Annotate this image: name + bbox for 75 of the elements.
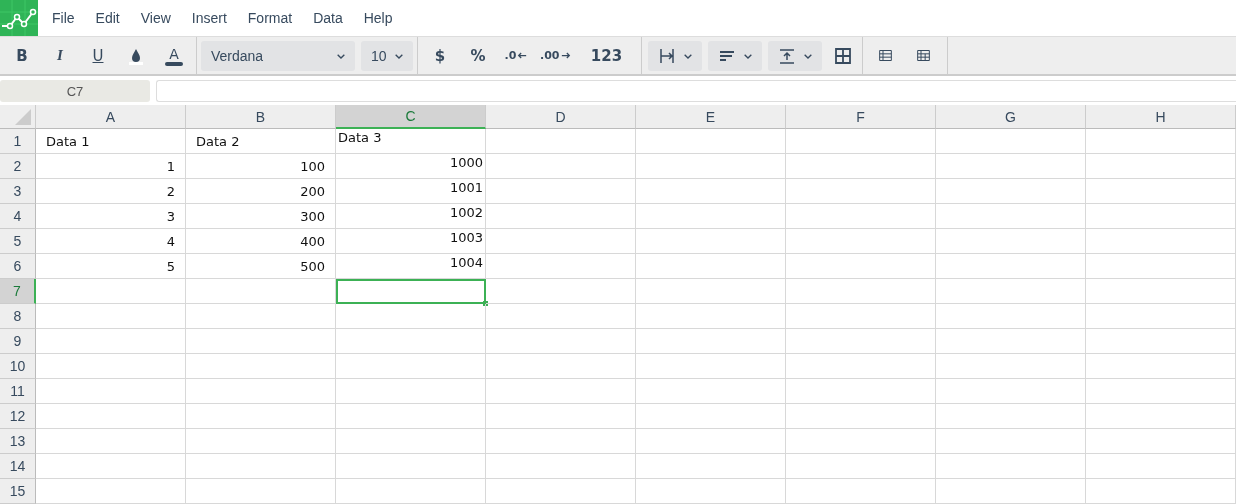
row-header[interactable]: 6	[0, 254, 36, 279]
font-size-dropdown[interactable]: 10	[361, 40, 413, 71]
row-header[interactable]: 4	[0, 204, 36, 229]
decrease-decimals-button[interactable]: .0	[498, 40, 534, 71]
table-cell: 1002	[336, 204, 486, 229]
column-header[interactable]: C	[336, 105, 486, 129]
vertical-align-dropdown[interactable]	[767, 40, 822, 71]
row-header[interactable]: 13	[0, 429, 36, 454]
menu-item[interactable]: Insert	[184, 10, 234, 26]
table-cell: 5	[36, 254, 186, 279]
row-header[interactable]: 2	[0, 154, 36, 179]
percent-button[interactable]: %	[460, 40, 496, 71]
borders-icon	[833, 46, 852, 65]
font-dropdown[interactable]: Verdana	[201, 40, 355, 71]
table-cell: 300	[186, 204, 336, 229]
fill-handle[interactable]	[483, 301, 488, 306]
menu-item[interactable]: Help	[356, 10, 400, 26]
table-cell: 1004	[336, 254, 486, 279]
selected-cell[interactable]	[336, 279, 486, 304]
menu-item[interactable]: Format	[240, 10, 300, 26]
table-cell: 400	[186, 229, 336, 254]
increase-decimals-button[interactable]: .00	[536, 40, 575, 71]
table-cell: 1001	[336, 179, 486, 204]
column-header[interactable]: A	[36, 105, 186, 129]
column-header[interactable]: G	[936, 105, 1086, 129]
name-box[interactable]: C7	[0, 80, 150, 102]
underline-button[interactable]: U	[80, 40, 116, 71]
table-cell: 200	[186, 179, 336, 204]
row-header[interactable]: 14	[0, 454, 36, 479]
table-cell: Data 1	[36, 129, 186, 154]
table-cell: 4	[36, 229, 186, 254]
column-header[interactable]: H	[1086, 105, 1236, 129]
row-header[interactable]: 7	[0, 279, 36, 304]
text-color-button[interactable]: A	[156, 40, 192, 71]
number-format-button[interactable]: 123	[576, 40, 637, 71]
row-header[interactable]: 12	[0, 404, 36, 429]
menu-item[interactable]: View	[133, 10, 178, 26]
bold-button[interactable]: B	[4, 40, 40, 71]
table-cell: 500	[186, 254, 336, 279]
column-header[interactable]: E	[636, 105, 786, 129]
arrow-left-icon	[517, 51, 528, 60]
arrow-right-icon	[560, 51, 571, 60]
row-header[interactable]: 5	[0, 229, 36, 254]
align-top-icon	[777, 46, 796, 65]
row-header[interactable]: 10	[0, 354, 36, 379]
row-header[interactable]: 15	[0, 479, 36, 504]
row-header[interactable]: 1	[0, 129, 36, 154]
column-header[interactable]: D	[486, 105, 636, 129]
table-cell: Data 2	[186, 129, 336, 154]
align-dropdown[interactable]	[707, 40, 762, 71]
table-cell: Data 3	[336, 129, 486, 154]
merge-icon	[657, 46, 676, 65]
column-header[interactable]: F	[786, 105, 936, 129]
row-header[interactable]: 11	[0, 379, 36, 404]
row-header[interactable]: 3	[0, 179, 36, 204]
column-header[interactable]: B	[186, 105, 336, 129]
merge-dropdown[interactable]	[647, 40, 702, 71]
table-icon	[878, 48, 893, 63]
table-cell: 1	[36, 154, 186, 179]
formula-input[interactable]	[156, 80, 1236, 102]
row-header[interactable]: 9	[0, 329, 36, 354]
table-cell: 100	[186, 154, 336, 179]
menu-item[interactable]: File	[45, 10, 82, 26]
currency-button[interactable]: $	[422, 40, 458, 71]
table-cell: 1003	[336, 229, 486, 254]
table-cell: 1000	[336, 154, 486, 179]
table-cell: 2	[36, 179, 186, 204]
corner-triangle-icon	[15, 109, 31, 125]
table-cell: 3	[36, 204, 186, 229]
menu-item[interactable]: Data	[306, 10, 350, 26]
italic-button[interactable]: I	[42, 40, 78, 71]
app-logo	[0, 0, 38, 36]
row-header[interactable]: 8	[0, 304, 36, 329]
menu-item[interactable]: Edit	[88, 10, 127, 26]
table-icon	[916, 48, 931, 63]
